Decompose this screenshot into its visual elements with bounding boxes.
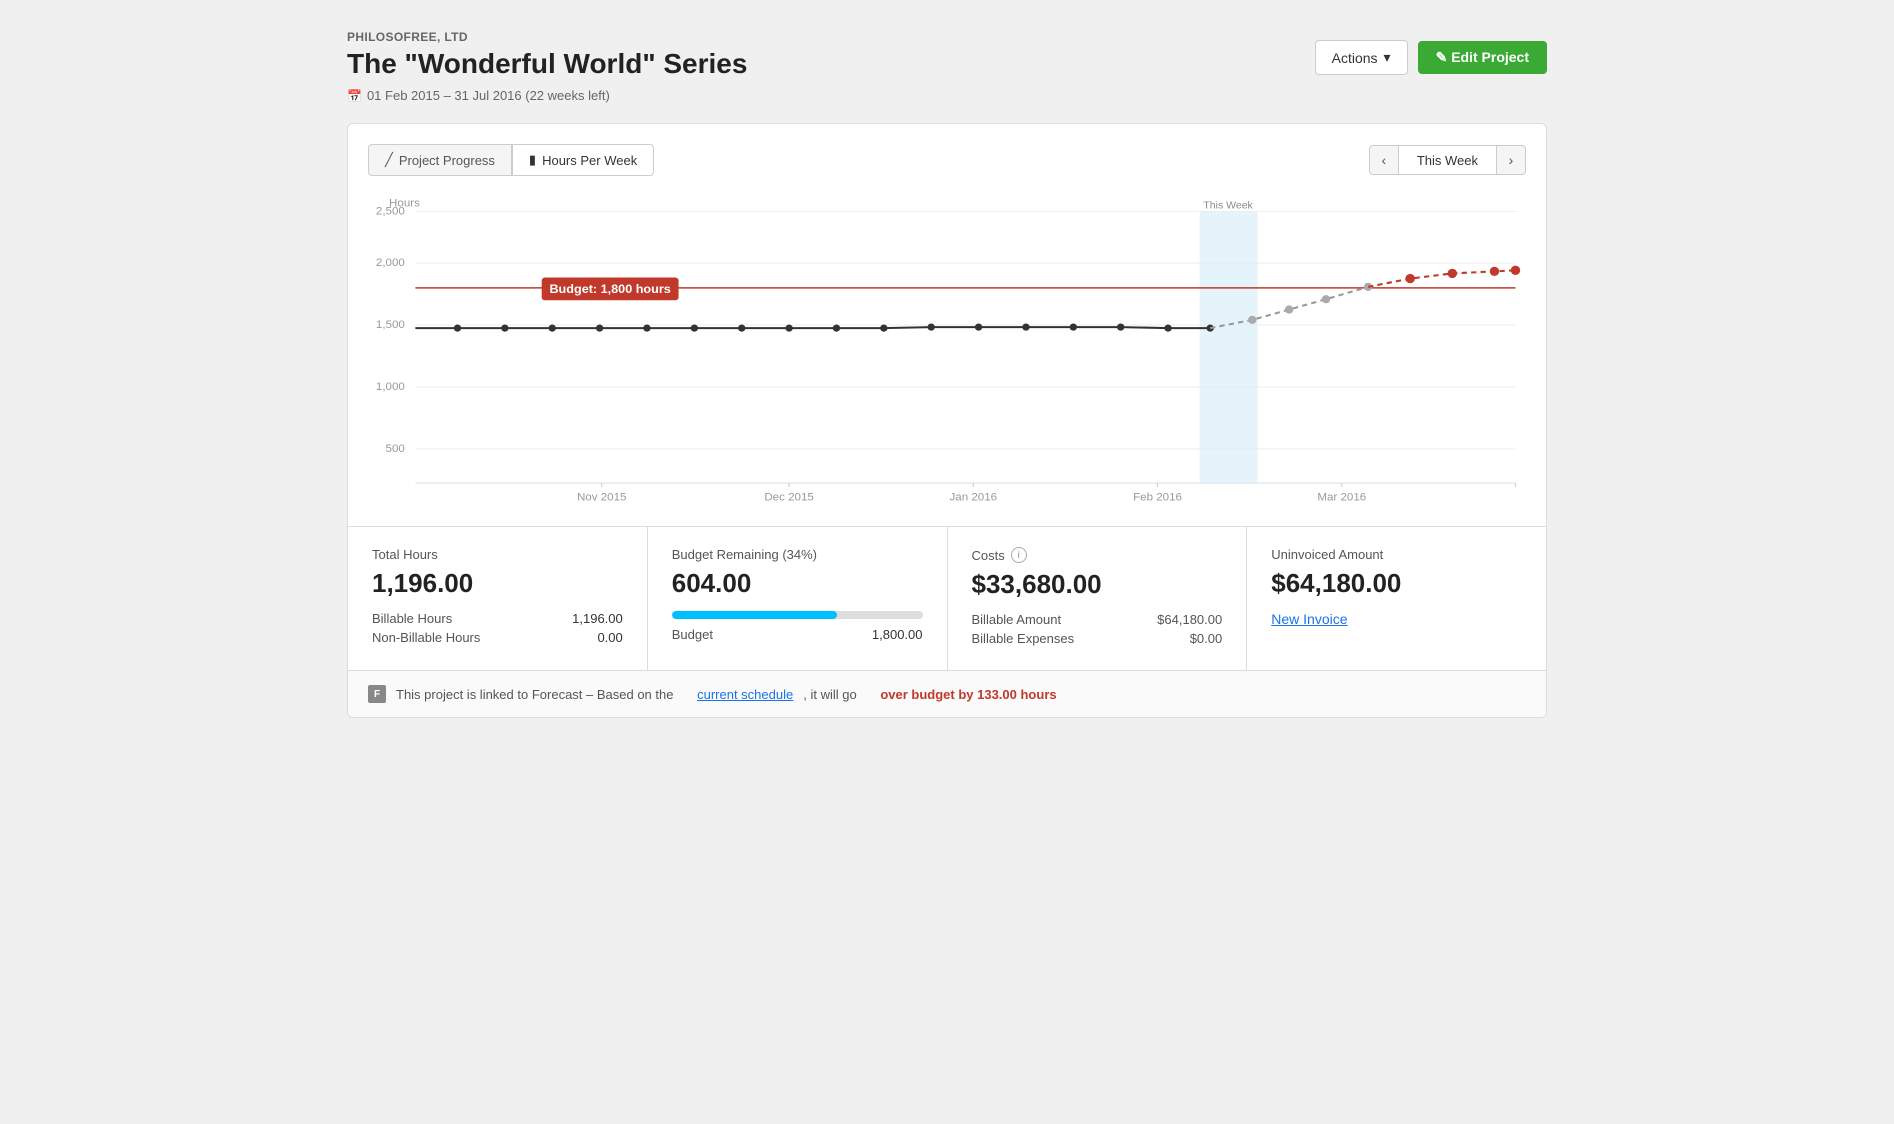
chart-svg: 2,500 2,000 1,500 1,000 500 Hours xyxy=(368,196,1526,516)
uninvoiced-value: $64,180.00 xyxy=(1271,568,1522,599)
billable-hours-value: 1,196.00 xyxy=(572,611,623,626)
project-title: The "Wonderful World" Series xyxy=(347,48,747,80)
current-schedule-link[interactable]: current schedule xyxy=(697,687,793,702)
costs-value: $33,680.00 xyxy=(972,569,1223,600)
budget-label: Budget xyxy=(672,627,713,642)
line-chart-icon: ╱ xyxy=(385,152,393,168)
edit-project-label: ✎ Edit Project xyxy=(1436,49,1529,66)
budget-progress-bar-container xyxy=(672,611,923,619)
edit-project-button[interactable]: ✎ Edit Project xyxy=(1418,41,1547,74)
budget-value: 1,800.00 xyxy=(872,627,923,642)
budget-remaining-value: 604.00 xyxy=(672,568,923,599)
billable-expenses-value: $0.00 xyxy=(1190,631,1223,646)
chart-section: ╱ Project Progress ▮ Hours Per Week ‹ Th… xyxy=(348,124,1546,526)
date-range-text: 01 Feb 2015 – 31 Jul 2016 (22 weeks left… xyxy=(367,88,610,103)
svg-text:500: 500 xyxy=(386,443,405,455)
this-week-label: This Week xyxy=(1399,145,1496,175)
main-card: ╱ Project Progress ▮ Hours Per Week ‹ Th… xyxy=(347,123,1547,718)
billable-amount-label: Billable Amount xyxy=(972,612,1062,627)
svg-text:Jan 2016: Jan 2016 xyxy=(950,492,998,504)
prev-week-button[interactable]: ‹ xyxy=(1369,145,1399,175)
forecast-icon: F xyxy=(368,685,386,703)
new-invoice-link[interactable]: New Invoice xyxy=(1271,611,1347,627)
billable-expenses-label: Billable Expenses xyxy=(972,631,1075,646)
svg-text:Budget: 1,800 hours: Budget: 1,800 hours xyxy=(549,282,670,296)
forecast-bar: F This project is linked to Forecast – B… xyxy=(348,670,1546,717)
chevron-down-icon: ▾ xyxy=(1384,49,1391,66)
chevron-right-icon: › xyxy=(1509,152,1514,168)
company-name: PHILOSOFREE, LTD xyxy=(347,30,747,44)
svg-text:2,000: 2,000 xyxy=(376,257,405,269)
stat-costs: Costs i $33,680.00 Billable Amount $64,1… xyxy=(948,527,1248,670)
forecast-text-after: , it will go xyxy=(803,687,856,702)
nonbillable-hours-value: 0.00 xyxy=(597,630,622,645)
calendar-icon: 📅 xyxy=(347,89,362,103)
uninvoiced-label: Uninvoiced Amount xyxy=(1271,547,1522,562)
budget-progress-bar-fill xyxy=(672,611,837,619)
svg-text:1,000: 1,000 xyxy=(376,381,405,393)
svg-text:1,500: 1,500 xyxy=(376,319,405,331)
billable-amount-value: $64,180.00 xyxy=(1157,612,1222,627)
svg-text:Hours: Hours xyxy=(389,197,420,209)
total-hours-label: Total Hours xyxy=(372,547,623,562)
over-budget-text: over budget by 133.00 hours xyxy=(880,687,1056,702)
tab-project-progress[interactable]: ╱ Project Progress xyxy=(368,144,512,176)
actions-button[interactable]: Actions ▾ xyxy=(1315,40,1408,75)
forecast-text-before: This project is linked to Forecast – Bas… xyxy=(396,687,673,702)
next-week-button[interactable]: › xyxy=(1496,145,1526,175)
stat-total-hours: Total Hours 1,196.00 Billable Hours 1,19… xyxy=(348,527,648,670)
svg-text:Mar 2016: Mar 2016 xyxy=(1317,492,1366,504)
budget-remaining-label: Budget Remaining (34%) xyxy=(672,547,923,562)
chevron-left-icon: ‹ xyxy=(1381,152,1386,168)
svg-text:Dec 2015: Dec 2015 xyxy=(764,492,814,504)
nonbillable-hours-label: Non-Billable Hours xyxy=(372,630,480,645)
stat-budget-remaining: Budget Remaining (34%) 604.00 Budget 1,8… xyxy=(648,527,948,670)
bar-chart-icon: ▮ xyxy=(529,152,536,168)
info-icon[interactable]: i xyxy=(1011,547,1027,563)
svg-text:This Week: This Week xyxy=(1203,200,1253,211)
svg-text:Nov 2015: Nov 2015 xyxy=(577,492,627,504)
actions-label: Actions xyxy=(1332,50,1378,66)
costs-label: Costs xyxy=(972,548,1005,563)
tab-project-progress-label: Project Progress xyxy=(399,153,495,168)
stat-uninvoiced: Uninvoiced Amount $64,180.00 New Invoice xyxy=(1247,527,1546,670)
total-hours-value: 1,196.00 xyxy=(372,568,623,599)
tab-hours-per-week[interactable]: ▮ Hours Per Week xyxy=(512,144,654,176)
stats-section: Total Hours 1,196.00 Billable Hours 1,19… xyxy=(348,526,1546,670)
chart-container: 2,500 2,000 1,500 1,000 500 Hours xyxy=(368,196,1526,516)
svg-text:Feb 2016: Feb 2016 xyxy=(1133,492,1182,504)
tab-hours-per-week-label: Hours Per Week xyxy=(542,153,637,168)
billable-hours-label: Billable Hours xyxy=(372,611,452,626)
